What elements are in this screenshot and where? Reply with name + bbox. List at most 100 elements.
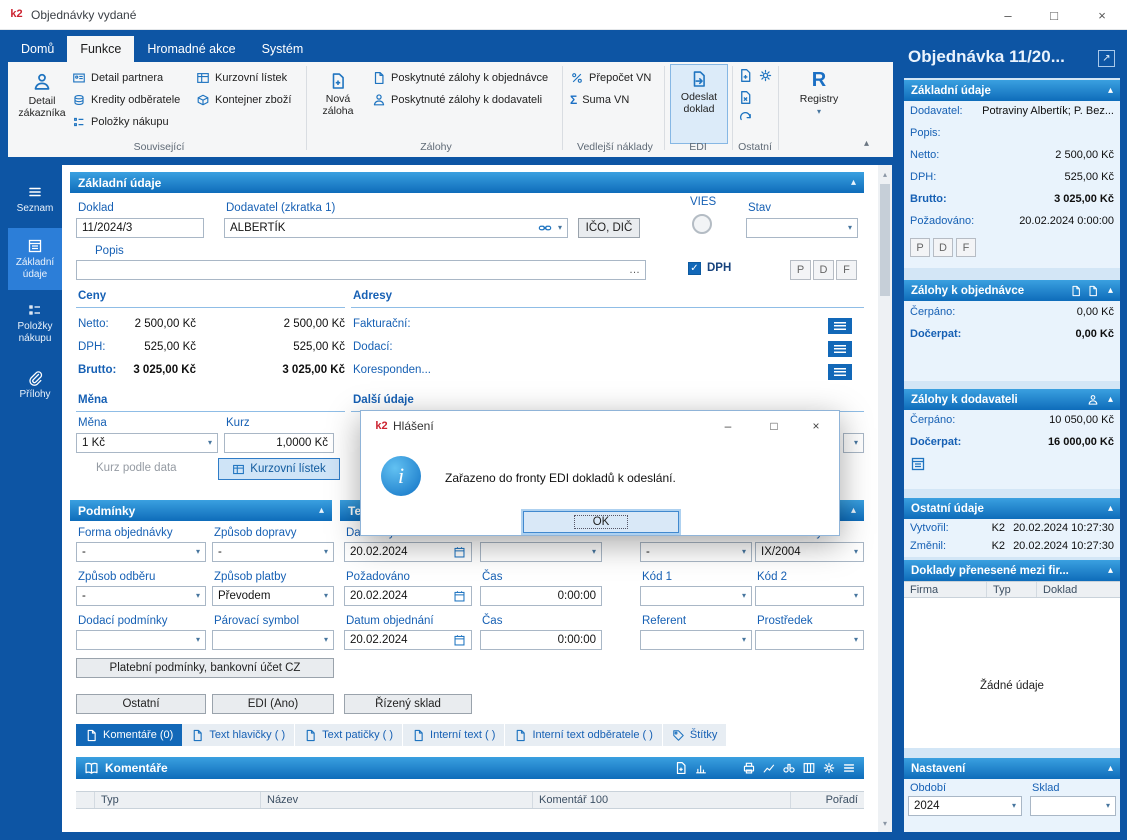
zpusob-odberu-dropdown[interactable]: -▾ [76, 586, 206, 606]
menu-icon[interactable] [842, 761, 856, 775]
datum-objednani-input[interactable]: 20.02.2024 [344, 630, 472, 650]
panel-section-zalohy-objednavce[interactable]: Zálohy k objednávce ▴ [904, 280, 1120, 301]
scroll-up-button[interactable]: ▴ [878, 167, 892, 181]
datum-vystaveni-input[interactable]: 20.02.2024 [344, 542, 472, 562]
sidebar-item-zakladni-udaje[interactable]: Základní údaje [8, 228, 62, 290]
ribbon-tab-hromadne-akce[interactable]: Hromadné akce [134, 36, 248, 62]
kurzovni-listek-ribbon-button[interactable]: Kurzovní lístek [196, 69, 287, 87]
zpusob-dopravy-dropdown[interactable]: -▾ [212, 542, 334, 562]
column-doklad[interactable]: Doklad [1036, 582, 1120, 597]
forma-objednavky-dropdown[interactable]: -▾ [76, 542, 206, 562]
edi-refresh-button[interactable] [738, 112, 753, 132]
scrollbar-thumb[interactable] [880, 184, 890, 296]
registry-button[interactable]: R Registry ▾ [793, 64, 845, 144]
kod-zakazky-dropdown[interactable]: IX/2004▾ [755, 542, 864, 562]
d-button[interactable]: D [813, 260, 834, 280]
komentare-table-body[interactable] [76, 809, 864, 832]
chevron-up-icon[interactable]: ▴ [851, 505, 856, 516]
dph-checkbox[interactable]: ✓ [688, 262, 701, 275]
ribbon-tab-system[interactable]: Systém [249, 36, 317, 62]
chevron-up-icon[interactable]: ▴ [1108, 565, 1113, 576]
fakturacni-address-button[interactable] [828, 318, 852, 334]
kont​ejner-zbozi-button[interactable]: Kontejner zboží [196, 91, 291, 109]
referent-dropdown[interactable]: ▾ [640, 630, 752, 650]
chevron-up-icon[interactable]: ▴ [1108, 394, 1113, 405]
korespondencni-address-button[interactable] [828, 364, 852, 380]
gear-icon[interactable] [822, 761, 836, 775]
partial-field[interactable]: ▾ [843, 433, 864, 453]
kurzovni-listek-button[interactable]: Kurzovní lístek [218, 458, 340, 480]
tab-komentare[interactable]: Komentáře (0) [76, 724, 182, 746]
rizeny-sklad-button[interactable]: Řízený sklad [344, 694, 472, 714]
sklad-dropdown[interactable]: ▾ [1030, 796, 1116, 816]
column-poradi[interactable]: Pořadí [790, 792, 864, 808]
parovaci-symbol-dropdown[interactable]: ▾ [212, 630, 334, 650]
stav-dropdown[interactable]: ▾ [746, 218, 858, 238]
edi-cancel-button[interactable] [738, 90, 753, 110]
edi-log-button[interactable] [738, 68, 753, 88]
ribbon-tab-domu[interactable]: Domů [8, 36, 67, 62]
calendar-icon[interactable] [453, 634, 466, 647]
dodaci-address-button[interactable] [828, 341, 852, 357]
panel-f-button[interactable]: F [956, 238, 976, 257]
printer-icon[interactable] [742, 761, 756, 775]
link-icon[interactable] [538, 221, 552, 235]
polozky-nakupu-button[interactable]: Položky nákupu [72, 113, 169, 131]
detail-partnera-button[interactable]: Detail partnera [72, 69, 163, 87]
zakazka-dropdown[interactable]: -▾ [640, 542, 752, 562]
panel-section-nastaveni[interactable]: Nastavení ▴ [904, 758, 1120, 779]
zalohy-list-button[interactable] [910, 456, 926, 477]
doc-icon[interactable] [1070, 285, 1082, 297]
scroll-down-button[interactable]: ▾ [878, 816, 892, 830]
panel-expand-button[interactable]: ↗ [1098, 50, 1115, 67]
edi-settings-button[interactable] [758, 68, 773, 88]
zalohy-k-objednavce-button[interactable]: Poskytnuté zálohy k objednávce [372, 69, 548, 87]
tab-stitky[interactable]: Štítky [663, 724, 728, 746]
platebni-podminky-button[interactable]: Platební podmínky, bankovní účet CZ [76, 658, 334, 678]
pozadovano-input[interactable]: 20.02.2024 [344, 586, 472, 606]
ostatni-button[interactable]: Ostatní [76, 694, 206, 714]
ok-button[interactable]: OK [523, 511, 679, 533]
dialog-close-button[interactable]: × [797, 411, 835, 441]
section-header-zakladni-udaje[interactable]: Základní údaje ▴ [70, 172, 864, 193]
chevron-up-icon[interactable]: ▴ [1108, 503, 1113, 514]
panel-d-button[interactable]: D [933, 238, 953, 257]
popis-input[interactable]: … [76, 260, 646, 280]
panel-section-zalohy-dodavateli[interactable]: Zálohy k dodavateli ▴ [904, 389, 1120, 410]
sidebar-item-seznam[interactable]: Seznam [8, 172, 62, 226]
tab-interni-text[interactable]: Interní text ( ) [403, 724, 505, 746]
column-nazev[interactable]: Název [260, 792, 532, 808]
tab-text-paticky[interactable]: Text patičky ( ) [295, 724, 403, 746]
ico-dic-button[interactable]: IČO, DIČ [578, 218, 640, 238]
chevron-up-icon[interactable]: ▴ [1108, 285, 1113, 296]
kod1-dropdown[interactable]: ▾ [640, 586, 752, 606]
chevron-down-icon[interactable]: ▾ [558, 224, 562, 232]
panel-section-doklady-prenesene[interactable]: Doklady přenesené mezi fir... ▴ [904, 560, 1120, 581]
panel-p-button[interactable]: P [910, 238, 930, 257]
ellipsis-icon[interactable]: … [629, 265, 640, 276]
chart-icon[interactable] [694, 761, 708, 775]
kredity-odberatele-button[interactable]: Kredity odběratele [72, 91, 180, 109]
close-button[interactable]: × [1077, 0, 1127, 30]
section-header-podminky[interactable]: Podmínky ▴ [70, 500, 332, 521]
chevron-up-icon[interactable]: ▴ [1108, 763, 1113, 774]
p-button[interactable]: P [790, 260, 811, 280]
doklady-table-body[interactable] [904, 598, 1120, 748]
column-firma[interactable]: Firma [904, 582, 986, 597]
kurz-input[interactable]: 1,0000 Kč [224, 433, 334, 453]
f-button[interactable]: F [836, 260, 857, 280]
mena-dropdown[interactable]: 1 Kč▾ [76, 433, 218, 453]
prostredek-dropdown[interactable]: ▾ [755, 630, 864, 650]
chevron-up-icon[interactable]: ▴ [851, 177, 856, 188]
lhuta-dropdown[interactable]: ▾ [480, 542, 602, 562]
column-komentar[interactable]: Komentář 100 [532, 792, 790, 808]
cas-input-2[interactable]: 0:00:00 [480, 630, 602, 650]
suma-vn-button[interactable]: ΣSuma VN [570, 91, 629, 109]
kod2-dropdown[interactable]: ▾ [755, 586, 864, 606]
nova-zaloha-button[interactable]: Nová záloha [312, 66, 364, 144]
ribbon-collapse-button[interactable]: ▴ [864, 138, 869, 149]
obdobi-dropdown[interactable]: 2024▾ [908, 796, 1022, 816]
calendar-icon[interactable] [453, 590, 466, 603]
sidebar-item-prilohy[interactable]: Přílohy [8, 356, 62, 414]
chevron-up-icon[interactable]: ▴ [1108, 85, 1113, 96]
